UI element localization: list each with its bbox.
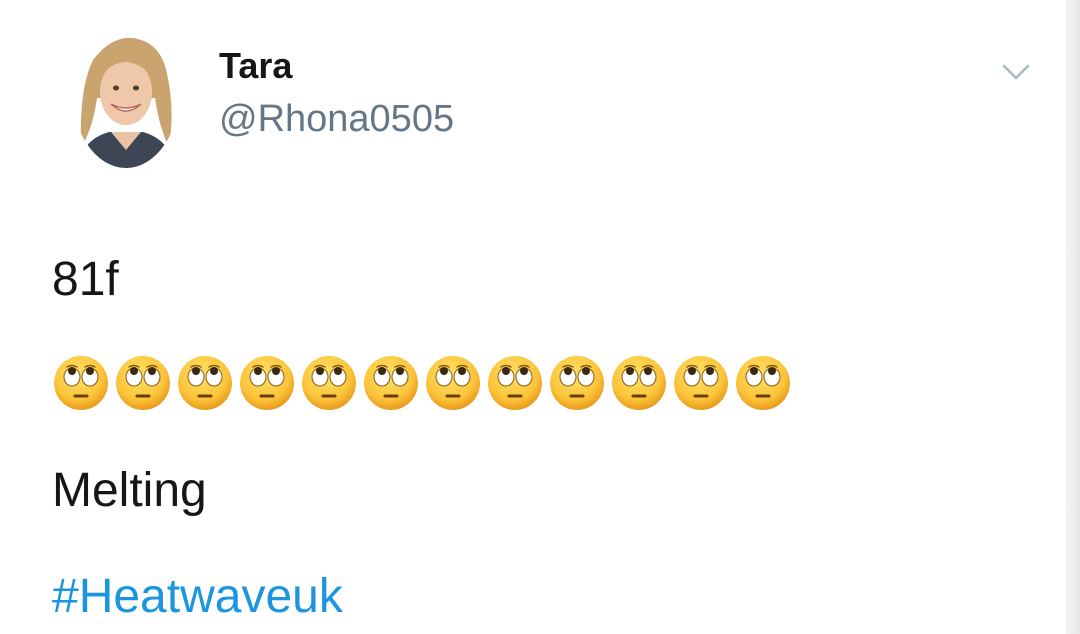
face-with-rolling-eyes-icon — [53, 355, 109, 411]
face-with-rolling-eyes-icon — [363, 355, 419, 411]
face-with-rolling-eyes-icon — [239, 355, 295, 411]
face-with-rolling-eyes-icon — [301, 355, 357, 411]
hashtag-link[interactable]: #Heatwaveuk — [52, 573, 343, 621]
author-name[interactable]: Tara — [219, 48, 292, 84]
face-with-rolling-eyes-icon — [735, 355, 791, 411]
tweet-text-temperature: 81f — [52, 253, 119, 306]
face-with-rolling-eyes-icon — [115, 355, 171, 411]
chevron-down-icon — [1002, 64, 1030, 80]
tweet-text-melting: Melting — [52, 464, 207, 517]
face-with-rolling-eyes-icon — [549, 355, 605, 411]
emoji-row — [53, 355, 797, 411]
face-with-rolling-eyes-icon — [177, 355, 233, 411]
face-with-rolling-eyes-icon — [673, 355, 729, 411]
tweet-card: Tara @Rhona0505 81f Melting #Heatwaveuk — [0, 0, 1066, 634]
avatar-photo — [71, 28, 181, 168]
more-options-button[interactable] — [996, 58, 1036, 90]
face-with-rolling-eyes-icon — [425, 355, 481, 411]
scroll-edge — [1066, 0, 1080, 634]
face-with-rolling-eyes-icon — [611, 355, 667, 411]
face-with-rolling-eyes-icon — [487, 355, 543, 411]
avatar[interactable] — [71, 28, 181, 168]
author-handle[interactable]: @Rhona0505 — [219, 100, 454, 138]
